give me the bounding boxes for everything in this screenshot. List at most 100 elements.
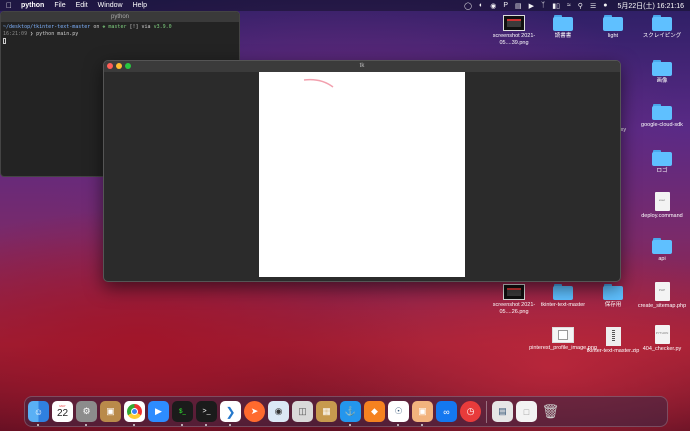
- terminal-line-command: 16:21:09 ❯ python main.py: [3, 31, 237, 38]
- desktop-icon-tkinter-zip[interactable]: tkinter-text-master.zip: [585, 327, 641, 355]
- zip-archive-icon: [605, 327, 621, 346]
- desktop-icon-label: light: [607, 33, 619, 39]
- tk-window[interactable]: tk: [103, 60, 621, 282]
- terminal-status: [!] via: [129, 24, 151, 30]
- spotlight-search-icon[interactable]: ⚲: [578, 2, 583, 10]
- desktop-icon-screenshot-39[interactable]: screenshot 2021-05....39.png: [486, 15, 542, 47]
- desktop-icon-404-checker[interactable]: PYTHON 404_checker.py: [634, 325, 690, 353]
- terminal-branch: master: [108, 24, 127, 30]
- menu-app-name[interactable]: python: [21, 2, 44, 9]
- infinity-app-icon[interactable]: ∞: [436, 401, 457, 422]
- desktop-icon-create-sitemap[interactable]: PHP create_sitemap.php: [634, 282, 690, 310]
- image-thumbnail-icon: [503, 15, 525, 31]
- desktop-icon-folder-images[interactable]: 画像: [634, 60, 690, 85]
- document-icon: exec: [654, 192, 670, 211]
- folder-icon: [553, 284, 573, 300]
- menu-clock[interactable]: 5月22日(土) 16:21:16: [617, 1, 684, 11]
- desktop-icon-label: スクレイピング: [642, 33, 682, 39]
- image-thumbnail-icon: [503, 284, 525, 300]
- desktop-icon-folder-scraping[interactable]: スクレイピング: [634, 15, 690, 40]
- menu-help[interactable]: Help: [133, 2, 147, 9]
- desktop-icon-folder-gcloud[interactable]: google-cloud-sdk: [634, 104, 690, 129]
- the-unarchiver-icon[interactable]: ▦: [316, 401, 337, 422]
- terminal-titlebar[interactable]: python: [1, 12, 239, 22]
- window-controls: [107, 63, 131, 69]
- user-icon[interactable]: ●: [603, 2, 607, 9]
- folder-icon: [652, 150, 672, 166]
- desktop-icon-label: 保存用: [604, 302, 622, 308]
- desktop-icon-label: tkinter-text-master.zip: [586, 348, 640, 354]
- desktop-icon-folder-light[interactable]: light: [585, 15, 641, 40]
- drawing-canvas[interactable]: [259, 72, 465, 277]
- dock-separator: [486, 400, 487, 423]
- clock-app-icon[interactable]: ◷: [460, 401, 481, 422]
- terminal-title: python: [110, 14, 129, 20]
- quicktime-icon[interactable]: ◉: [268, 401, 289, 422]
- chrome-icon[interactable]: [124, 401, 145, 426]
- terminal-time: 16:21:09: [3, 31, 28, 37]
- desktop-icon-screenshot-26[interactable]: screenshot 2021-05....26.png: [486, 284, 542, 316]
- terminal-cwd: ~/desktop/tkinter-text-master: [3, 24, 91, 30]
- terminal-on: on: [93, 24, 100, 30]
- desktop-icon-folder-tkinter[interactable]: tkinter-text-master: [535, 284, 591, 309]
- terminal-app-icon[interactable]: $_: [172, 401, 193, 426]
- docker-icon[interactable]: ⚓: [340, 401, 361, 426]
- apple-menu-icon[interactable]: : [6, 1, 12, 10]
- battery-icon[interactable]: ▮▯: [552, 2, 560, 10]
- pgadmin-icon[interactable]: ☉: [388, 401, 409, 426]
- status-bars-icon[interactable]: ▤: [515, 2, 522, 10]
- sequel-pro-icon[interactable]: ◫: [292, 401, 313, 422]
- menu-file[interactable]: File: [54, 2, 65, 9]
- close-window-button[interactable]: [107, 63, 113, 69]
- archive-utility-icon[interactable]: ▣: [100, 401, 121, 422]
- menu-bar:  python File Edit Window Help ◯ ◐ ◉ P ▤…: [0, 0, 690, 11]
- folder-icon: [603, 15, 623, 31]
- terminal-output[interactable]: ~/desktop/tkinter-text-master on ❖ maste…: [1, 22, 239, 48]
- python-file-icon: PYTHON: [654, 325, 670, 344]
- pink-stroke: [303, 78, 334, 88]
- desktop-icon-folder-reading[interactable]: 読書書: [535, 15, 591, 40]
- status-play-icon[interactable]: ▶: [529, 2, 534, 10]
- tk-window-title: tk: [359, 63, 365, 69]
- wifi-icon[interactable]: ≈: [567, 2, 571, 9]
- vscode-icon[interactable]: ❯: [220, 401, 241, 426]
- calendar-icon[interactable]: MAY 22: [52, 401, 73, 422]
- postman-icon[interactable]: ➤: [244, 401, 265, 422]
- status-circle-icon[interactable]: ◯: [464, 2, 472, 10]
- system-preferences-icon[interactable]: ⚙: [76, 401, 97, 426]
- status-paypal-icon[interactable]: P: [503, 2, 508, 9]
- terminal-cursor: [3, 38, 6, 44]
- sourcetree-icon[interactable]: ◆: [364, 401, 385, 422]
- terminal-prompt-arrow: ❯: [30, 31, 34, 37]
- downloads-stack-icon[interactable]: ▤: [492, 401, 513, 422]
- desktop-icon-folder-logo[interactable]: ロゴ: [634, 150, 690, 175]
- status-lock-icon[interactable]: ◉: [490, 2, 496, 10]
- trash-icon[interactable]: 🗑: [540, 401, 561, 422]
- control-center-icon[interactable]: ☰: [590, 2, 596, 10]
- preview-icon[interactable]: ▣: [412, 401, 433, 426]
- desktop-icon-folder-api[interactable]: api: [634, 238, 690, 263]
- documents-stack-icon[interactable]: □: [516, 401, 537, 422]
- finder-icon[interactable]: ☺: [28, 401, 49, 426]
- status-gauge-icon[interactable]: ◐: [479, 2, 483, 9]
- menu-window[interactable]: Window: [98, 2, 123, 9]
- desktop-icon-label: 404_checker.py: [642, 346, 682, 352]
- desktop-icon-pinterest-image[interactable]: pinterest_profile_image.png: [529, 327, 597, 352]
- bluetooth-icon[interactable]: ᛉ: [541, 2, 545, 9]
- folder-icon: [553, 15, 573, 31]
- desktop-icon-deploy-command[interactable]: exec deploy.command: [634, 192, 690, 220]
- zoom-icon[interactable]: ▶: [148, 401, 169, 422]
- desktop-icon-folder-save[interactable]: 保存用: [585, 284, 641, 309]
- menu-edit[interactable]: Edit: [76, 2, 88, 9]
- tk-titlebar[interactable]: tk: [104, 61, 620, 72]
- minimize-window-button[interactable]: [116, 63, 122, 69]
- folder-icon: [652, 60, 672, 76]
- iterm-icon[interactable]: >_: [196, 401, 217, 426]
- desktop-icon-label: google-cloud-sdk: [641, 122, 683, 128]
- canvas-strokes: [303, 78, 334, 88]
- menu-status-area: ◯ ◐ ◉ P ▤ ▶ ᛉ ▮▯ ≈ ⚲ ☰ ● 5月22日(土) 16:21:…: [464, 1, 684, 11]
- desktop-icon-label: screenshot 2021-05....39.png: [492, 33, 536, 46]
- image-thumbnail-icon: [552, 327, 574, 343]
- zoom-window-button[interactable]: [125, 63, 131, 69]
- document-icon: PHP: [654, 282, 670, 301]
